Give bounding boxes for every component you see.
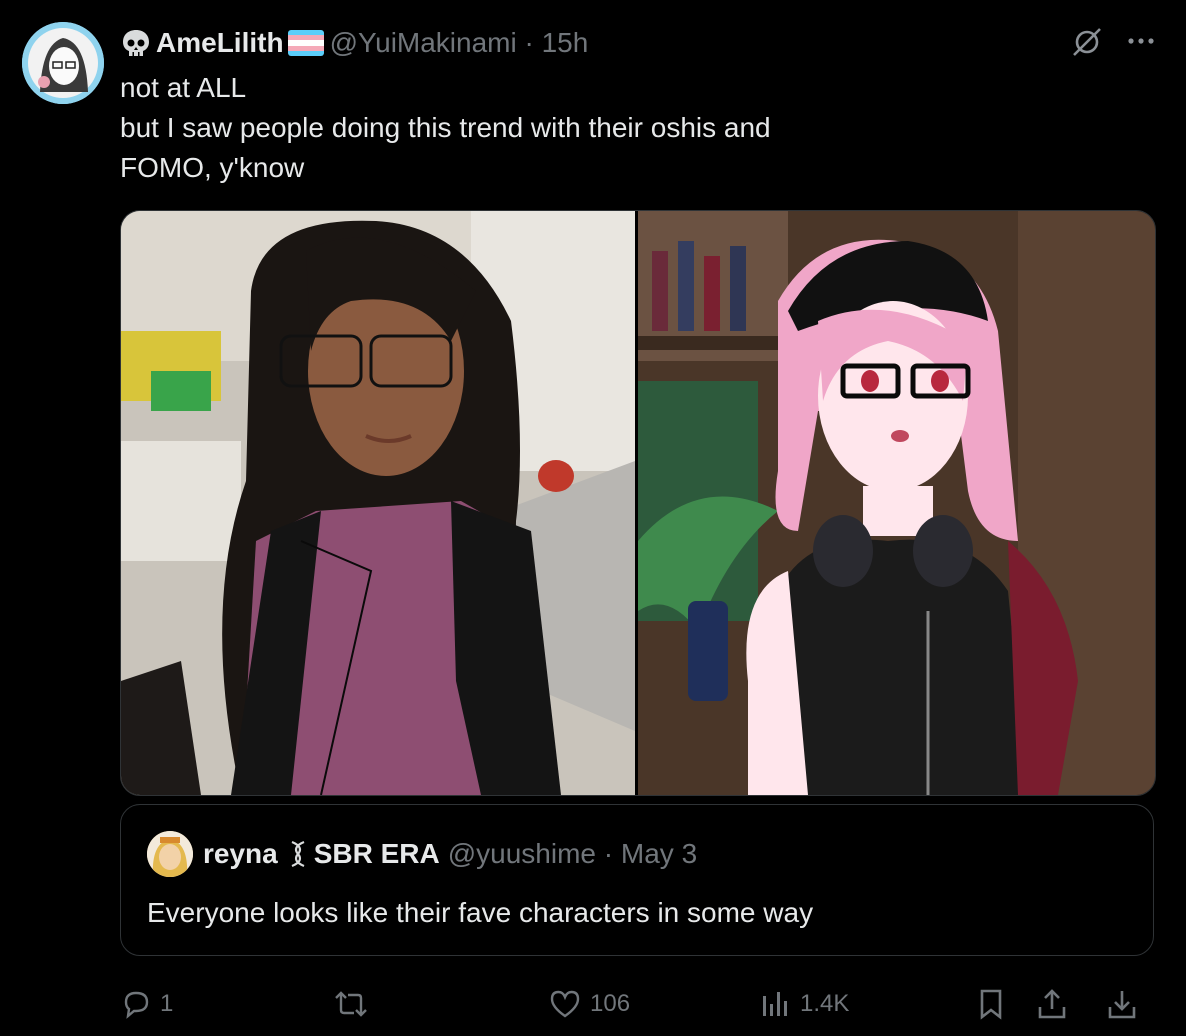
post-time[interactable]: 15h: [542, 27, 589, 59]
author-handle[interactable]: @YuiMakinami: [330, 27, 517, 59]
like-count: 106: [590, 990, 631, 1017]
trans-flag-icon: [287, 30, 324, 56]
bookmark-button[interactable]: [976, 984, 1006, 1024]
quoted-author-handle: @yuushime: [447, 838, 596, 869]
reply-icon: [120, 988, 152, 1020]
post-top-actions: [1070, 24, 1156, 58]
post-text: not at ALL but I saw people doing this t…: [120, 68, 880, 188]
download-button[interactable]: [1106, 984, 1138, 1024]
post-text-line: but I saw people doing this trend with t…: [120, 112, 771, 143]
reply-count: 1: [160, 990, 174, 1017]
quoted-post-text: Everyone looks like their fave character…: [147, 897, 814, 928]
skull-icon: [120, 27, 152, 59]
post-text-line: not at ALL: [120, 72, 247, 103]
quoted-author-avatar: [147, 831, 193, 877]
download-icon: [1106, 987, 1138, 1021]
repost-icon: [332, 988, 370, 1020]
like-button[interactable]: 106: [548, 984, 630, 1024]
separator-dot: ·: [596, 838, 621, 869]
author-avatar[interactable]: [22, 22, 104, 104]
post-header: AmeLilith @YuiMakinami · 15h: [120, 24, 588, 62]
views-icon: [760, 988, 792, 1020]
character-image[interactable]: [638, 211, 1155, 795]
share-button[interactable]: [1036, 984, 1068, 1024]
share-icon: [1036, 987, 1068, 1021]
repost-button[interactable]: [332, 984, 370, 1024]
mute-icon[interactable]: [1070, 24, 1104, 58]
separator-dot: ·: [516, 27, 542, 58]
reply-button[interactable]: 1: [120, 984, 173, 1024]
quoted-post-header: reyna SBR ERA @yuushime · May 3: [147, 831, 697, 877]
action-bar: 1 106 1.4K: [120, 984, 1156, 1024]
horseshoe-icon: [286, 839, 310, 869]
author-display-name[interactable]: AmeLilith: [156, 27, 284, 59]
post-media: [120, 210, 1156, 796]
views-button[interactable]: 1.4K: [760, 984, 849, 1024]
quoted-author-name: reyna: [203, 838, 278, 869]
selfie-photo[interactable]: [121, 211, 638, 795]
views-count: 1.4K: [800, 990, 850, 1017]
more-icon[interactable]: [1126, 26, 1156, 56]
quoted-post-date: May 3: [620, 838, 698, 869]
quoted-post[interactable]: reyna SBR ERA @yuushime · May 3 Everyone…: [120, 804, 1154, 956]
bookmark-icon: [976, 987, 1006, 1021]
quoted-author-name-suffix: SBR ERA: [313, 838, 440, 869]
post-text-line: FOMO, y'know: [120, 152, 305, 183]
like-icon: [548, 988, 582, 1020]
